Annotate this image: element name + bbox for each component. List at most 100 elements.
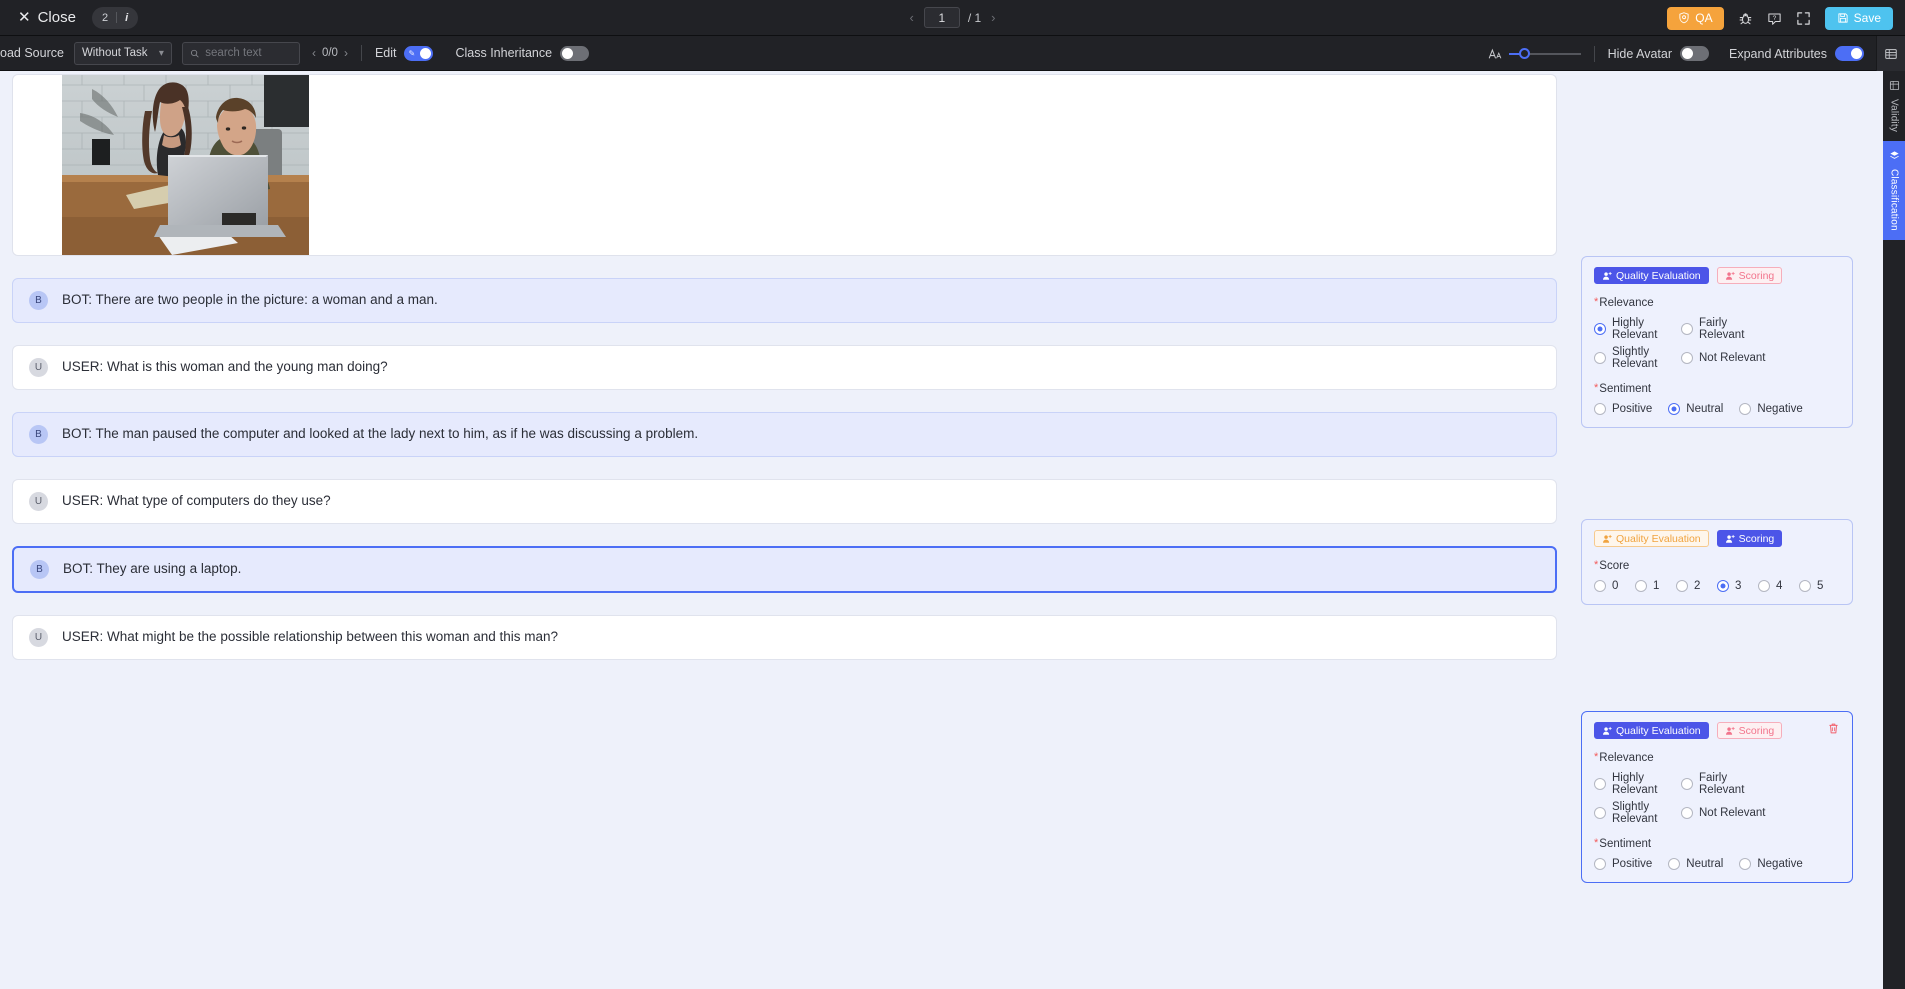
next-match-icon[interactable]: ›: [344, 46, 348, 60]
slider-handle[interactable]: [1518, 47, 1530, 59]
radio-button[interactable]: [1594, 807, 1606, 819]
message-user[interactable]: U USER: What might be the possible relati…: [12, 615, 1557, 660]
radio-button[interactable]: [1676, 580, 1688, 592]
expand-attributes-toggle[interactable]: [1835, 46, 1864, 61]
radio-button[interactable]: [1594, 580, 1606, 592]
radio-button[interactable]: [1681, 778, 1693, 790]
radio-button[interactable]: [1594, 858, 1606, 870]
prev-page-icon[interactable]: ‹: [907, 10, 915, 25]
radio-option[interactable]: Not Relevant: [1681, 352, 1768, 364]
radio-option[interactable]: Positive: [1594, 858, 1652, 870]
radio-button[interactable]: [1594, 352, 1606, 364]
next-page-icon[interactable]: ›: [989, 10, 997, 25]
radio-button[interactable]: [1594, 778, 1606, 790]
image-card[interactable]: [12, 74, 1557, 256]
user-icon: [1603, 534, 1612, 543]
toggle-knob: [420, 47, 432, 59]
radio-option[interactable]: Positive: [1594, 403, 1652, 415]
badge-scoring[interactable]: Scoring: [1716, 267, 1783, 284]
panel-toggle-icon: [1885, 48, 1897, 59]
radio-option[interactable]: Slightly Relevant: [1594, 801, 1681, 825]
font-size-slider[interactable]: [1508, 47, 1581, 59]
avatar: B: [29, 291, 48, 310]
floppy-icon: [1838, 13, 1848, 23]
top-bar-actions: QA ? Save: [1667, 0, 1893, 36]
message-bot[interactable]: B BOT: They are using a laptop.: [12, 546, 1557, 593]
save-button[interactable]: Save: [1824, 6, 1893, 30]
edge-tab-classification[interactable]: Classification: [1883, 141, 1905, 240]
badge-label: Quality Evaluation: [1616, 269, 1701, 282]
radio-option[interactable]: 0: [1594, 580, 1624, 592]
search-match-nav: ‹ 0/0 ›: [312, 46, 348, 60]
edit-toggle[interactable]: ✎: [404, 45, 434, 61]
fullscreen-icon[interactable]: [1796, 11, 1811, 26]
radio-option[interactable]: Slightly Relevant: [1594, 346, 1681, 370]
badge-quality-evaluation[interactable]: Quality Evaluation: [1594, 530, 1709, 547]
radio-button[interactable]: [1635, 580, 1647, 592]
source-label: oad Source: [0, 46, 64, 60]
badge-scoring[interactable]: Scoring: [1716, 722, 1783, 739]
badge-scoring[interactable]: Scoring: [1716, 530, 1783, 547]
close-button[interactable]: ✕ Close: [12, 6, 82, 29]
radio-button[interactable]: [1681, 807, 1693, 819]
edge-tab-validity[interactable]: Validity: [1883, 71, 1905, 142]
radio-option[interactable]: Neutral: [1668, 858, 1723, 870]
toolbar: oad Source Without Task ▾ ‹ 0/0 › Edit ✎…: [0, 36, 1905, 71]
radio-button[interactable]: [1758, 580, 1770, 592]
radio-option[interactable]: 5: [1799, 580, 1829, 592]
radio-button[interactable]: [1681, 323, 1693, 335]
radio-label: 4: [1776, 580, 1783, 592]
qa-button[interactable]: QA: [1667, 6, 1724, 30]
radio-option[interactable]: Not Relevant: [1681, 807, 1768, 819]
radio-option[interactable]: Negative: [1739, 403, 1803, 415]
radio-option[interactable]: 2: [1676, 580, 1706, 592]
attribute-card[interactable]: Quality Evaluation Scoring * Relevance Highl…: [1581, 256, 1853, 428]
radio-option[interactable]: Fairly Relevant: [1681, 317, 1768, 341]
class-inheritance-toggle[interactable]: [560, 45, 590, 61]
radio-option[interactable]: Highly Relevant: [1594, 317, 1681, 341]
info-icon[interactable]: i: [125, 12, 128, 24]
radio-button[interactable]: [1594, 403, 1606, 415]
radio-option[interactable]: 4: [1758, 580, 1788, 592]
required-marker: *: [1594, 296, 1599, 308]
message-bot[interactable]: B BOT: The man paused the computer and lo…: [12, 412, 1557, 457]
count-info-pill[interactable]: 2 i: [91, 6, 139, 29]
radio-button[interactable]: [1739, 403, 1752, 415]
badge-quality-evaluation[interactable]: Quality Evaluation: [1594, 722, 1709, 739]
radio-button[interactable]: [1799, 580, 1811, 592]
message-bot[interactable]: B BOT: There are two people in the pictur…: [12, 278, 1557, 323]
field-label-text: Relevance: [1599, 297, 1654, 309]
prev-match-icon[interactable]: ‹: [312, 46, 316, 60]
hide-avatar-toggle[interactable]: [1680, 46, 1710, 61]
radio-option[interactable]: Neutral: [1668, 403, 1723, 415]
radio-option[interactable]: Negative: [1739, 858, 1803, 870]
radio-button[interactable]: [1717, 580, 1729, 592]
delete-attribute-button[interactable]: [1827, 722, 1840, 735]
message-text: BOT: There are two people in the picture…: [62, 292, 438, 308]
task-select[interactable]: Without Task ▾: [73, 41, 172, 65]
radio-button[interactable]: [1681, 352, 1693, 364]
radio-option[interactable]: Fairly Relevant: [1681, 772, 1768, 796]
classification-icon: [1889, 150, 1900, 164]
radio-button[interactable]: [1739, 858, 1752, 870]
radio-option[interactable]: Highly Relevant: [1594, 772, 1681, 796]
attribute-card[interactable]: Quality Evaluation Scoring * Relevance Highl…: [1581, 711, 1853, 883]
badge-quality-evaluation[interactable]: Quality Evaluation: [1594, 267, 1709, 284]
radio-button[interactable]: [1668, 858, 1681, 870]
message-user[interactable]: U USER: What type of computers do they us…: [12, 479, 1557, 524]
attribute-card[interactable]: Quality Evaluation Scoring * Score 0 1 2 3 4 5: [1581, 519, 1853, 605]
radio-option[interactable]: 1: [1635, 580, 1665, 592]
page-input[interactable]: [923, 7, 960, 28]
radio-option[interactable]: 3: [1717, 580, 1747, 592]
radio-row: Highly Relevant Fairly Relevant: [1594, 772, 1840, 796]
panel-toggle-button[interactable]: [1876, 36, 1905, 71]
radio-button[interactable]: [1668, 403, 1681, 415]
trash-icon: [1829, 723, 1838, 734]
radio-button[interactable]: [1594, 323, 1606, 335]
search-input[interactable]: [205, 47, 292, 59]
conversation-image[interactable]: [62, 75, 309, 255]
help-icon[interactable]: ?: [1767, 11, 1782, 26]
bug-icon[interactable]: [1738, 11, 1753, 26]
message-user[interactable]: U USER: What is this woman and the young …: [12, 345, 1557, 390]
search-box[interactable]: [181, 41, 300, 65]
